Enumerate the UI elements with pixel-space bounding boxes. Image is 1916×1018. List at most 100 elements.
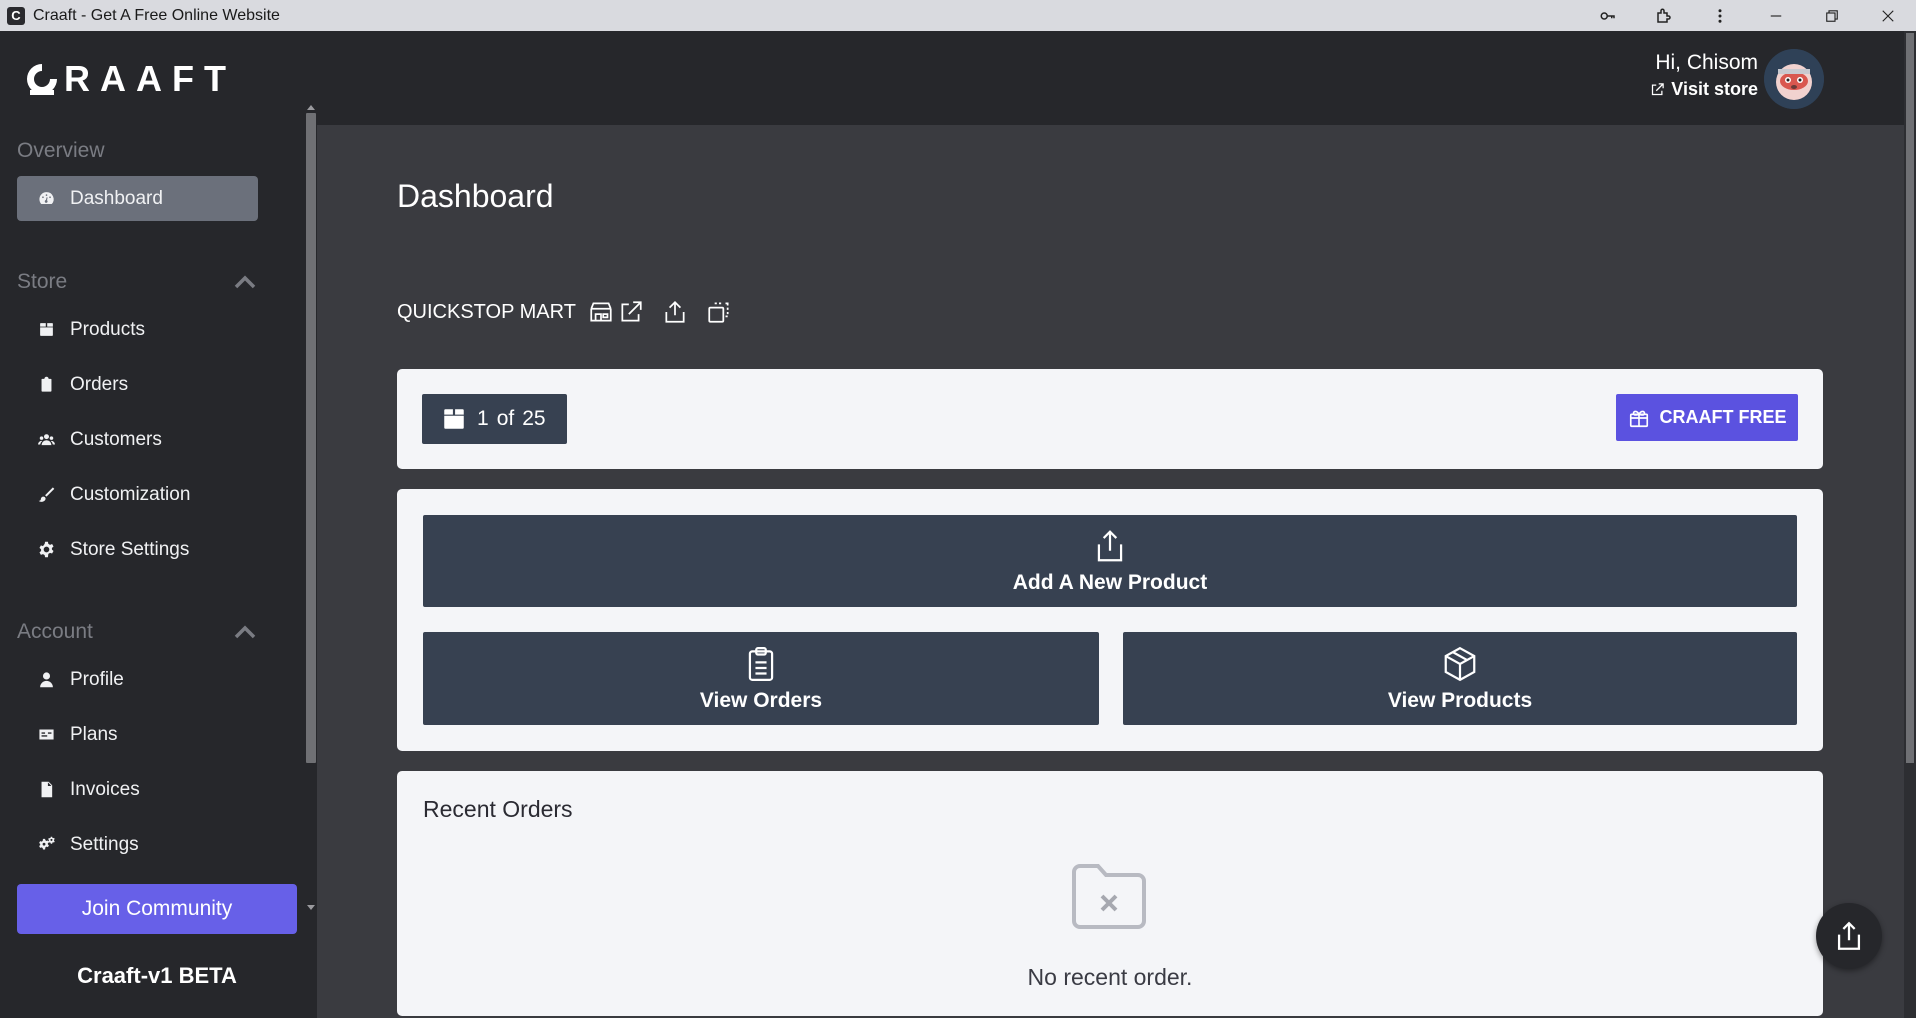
app-version-label: Craaft-v1 BETA	[77, 963, 237, 988]
scroll-down-arrow[interactable]	[307, 905, 315, 910]
sidebar-item-label: Products	[70, 318, 145, 340]
window-controls	[1580, 0, 1916, 31]
sidebar-item-orders[interactable]: Orders	[17, 362, 258, 407]
scroll-up-arrow[interactable]	[307, 105, 315, 110]
product-count-badge: 1 of 25	[422, 394, 567, 444]
copy-store-link-button[interactable]	[706, 299, 732, 325]
external-link-icon	[1652, 83, 1665, 96]
users-icon	[37, 431, 55, 449]
sidebar: RAAFT Overview Dashboard Store Products …	[0, 31, 317, 1018]
chevron-up-icon[interactable]	[234, 625, 256, 639]
sidebar-item-label: Orders	[70, 373, 129, 395]
sidebar-item-store-settings[interactable]: Store Settings	[17, 527, 258, 572]
section-account: Account	[17, 620, 93, 643]
open-store-link[interactable]	[588, 299, 644, 325]
visit-store-link[interactable]: Visit store	[1650, 79, 1758, 100]
visit-store-label: Visit store	[1671, 79, 1758, 99]
restore-icon[interactable]	[1804, 0, 1860, 31]
clipboard-list-icon	[748, 646, 774, 681]
sidebar-item-settings[interactable]: Settings	[17, 822, 258, 867]
product-count-current: 1	[477, 407, 489, 430]
sidebar-item-profile[interactable]: Profile	[17, 657, 258, 702]
more-options-icon[interactable]	[1692, 0, 1748, 31]
box-icon	[444, 409, 464, 429]
sidebar-item-label: Plans	[70, 723, 118, 745]
sidebar-item-label: Customization	[70, 483, 191, 505]
sidebar-item-customization[interactable]: Customization	[17, 472, 258, 517]
package-icon	[1444, 646, 1476, 681]
logo-text: RAAFT	[64, 58, 236, 99]
invoice-icon	[37, 781, 55, 799]
view-products-label: View Products	[1387, 688, 1533, 712]
page-scrollbar-thumb[interactable]	[1906, 33, 1914, 763]
gauge-icon	[37, 190, 55, 208]
sidebar-scrollbar[interactable]	[304, 105, 316, 910]
sidebar-item-customers[interactable]: Customers	[17, 417, 258, 462]
window-title: Craaft - Get A Free Online Website	[33, 6, 280, 24]
share-store-button[interactable]	[662, 299, 688, 325]
page-title: Dashboard	[397, 178, 554, 214]
empty-state-text: No recent order.	[1027, 964, 1193, 990]
sidebar-item-invoices[interactable]: Invoices	[17, 767, 258, 812]
current-plan-label: CRAAFT FREE	[1659, 407, 1787, 427]
gears-icon	[37, 836, 55, 854]
clipboard-icon	[37, 376, 55, 394]
floating-share-button[interactable]	[1816, 903, 1882, 969]
sidebar-item-label: Store Settings	[70, 538, 190, 560]
external-link-icon	[621, 301, 642, 322]
share-icon	[1837, 921, 1861, 950]
sidebar-item-products[interactable]: Products	[17, 307, 258, 352]
top-header: Hi, Chisom Visit store	[317, 31, 1904, 125]
craaft-logo[interactable]: RAAFT	[24, 55, 236, 103]
recent-orders-card: Recent Orders No recent order.	[397, 771, 1823, 1016]
sidebar-item-plans[interactable]: Plans	[17, 712, 258, 757]
minimize-icon[interactable]	[1748, 0, 1804, 31]
sidebar-item-label: Dashboard	[70, 187, 163, 209]
product-count-total: 25	[522, 407, 546, 430]
copy-icon	[708, 302, 729, 323]
store-header: QUICKSTOP MART	[397, 296, 732, 328]
quick-actions-card: Add A New Product View Orders View Produ…	[397, 489, 1823, 751]
add-product-label: Add A New Product	[1012, 571, 1208, 594]
view-orders-label: View Orders	[699, 688, 823, 712]
view-products-button[interactable]: View Products	[1123, 632, 1797, 725]
share-icon	[665, 301, 685, 323]
page-scrollbar[interactable]	[1904, 31, 1916, 1018]
storefront-icon	[590, 302, 612, 322]
chevron-up-icon[interactable]	[234, 275, 256, 289]
sidebar-item-label: Invoices	[70, 778, 140, 800]
scrollbar-thumb[interactable]	[306, 113, 316, 763]
gear-icon	[37, 541, 55, 559]
window-title-bar: C Craaft - Get A Free Online Website	[0, 0, 1916, 31]
avatar[interactable]	[1764, 49, 1824, 109]
logo-mark-icon	[27, 64, 57, 95]
brush-icon	[37, 486, 55, 504]
extensions-icon[interactable]	[1636, 0, 1692, 31]
join-community-button[interactable]: Join Community	[17, 884, 297, 934]
sidebar-item-label: Customers	[70, 428, 162, 450]
empty-folder-icon	[1072, 864, 1146, 929]
close-icon[interactable]	[1860, 0, 1916, 31]
user-icon	[37, 671, 55, 689]
sidebar-item-dashboard[interactable]: Dashboard	[17, 176, 258, 221]
product-count-of: of	[496, 407, 515, 430]
plan-usage-card: 1 of 25 CRAAFT FREE	[397, 369, 1823, 469]
add-product-button[interactable]: Add A New Product	[423, 515, 1797, 607]
key-icon[interactable]	[1580, 0, 1636, 31]
section-store: Store	[17, 270, 68, 293]
recent-orders-title: Recent Orders	[423, 796, 573, 822]
box-icon	[37, 321, 55, 339]
greeting-text: Hi, Chisom	[1655, 51, 1758, 74]
store-name: QUICKSTOP MART	[397, 300, 576, 323]
gift-icon	[1629, 410, 1648, 427]
sidebar-item-label: Profile	[70, 668, 124, 690]
id-card-icon	[37, 726, 55, 744]
section-overview: Overview	[17, 139, 105, 162]
upload-icon	[1097, 530, 1123, 562]
sloth-avatar-icon	[1764, 49, 1824, 109]
current-plan-button[interactable]: CRAAFT FREE	[1616, 394, 1798, 441]
user-greeting: Hi, Chisom Visit store	[1650, 51, 1758, 100]
sidebar-item-label: Settings	[70, 833, 139, 855]
app-icon: C	[7, 6, 25, 25]
view-orders-button[interactable]: View Orders	[423, 632, 1099, 725]
